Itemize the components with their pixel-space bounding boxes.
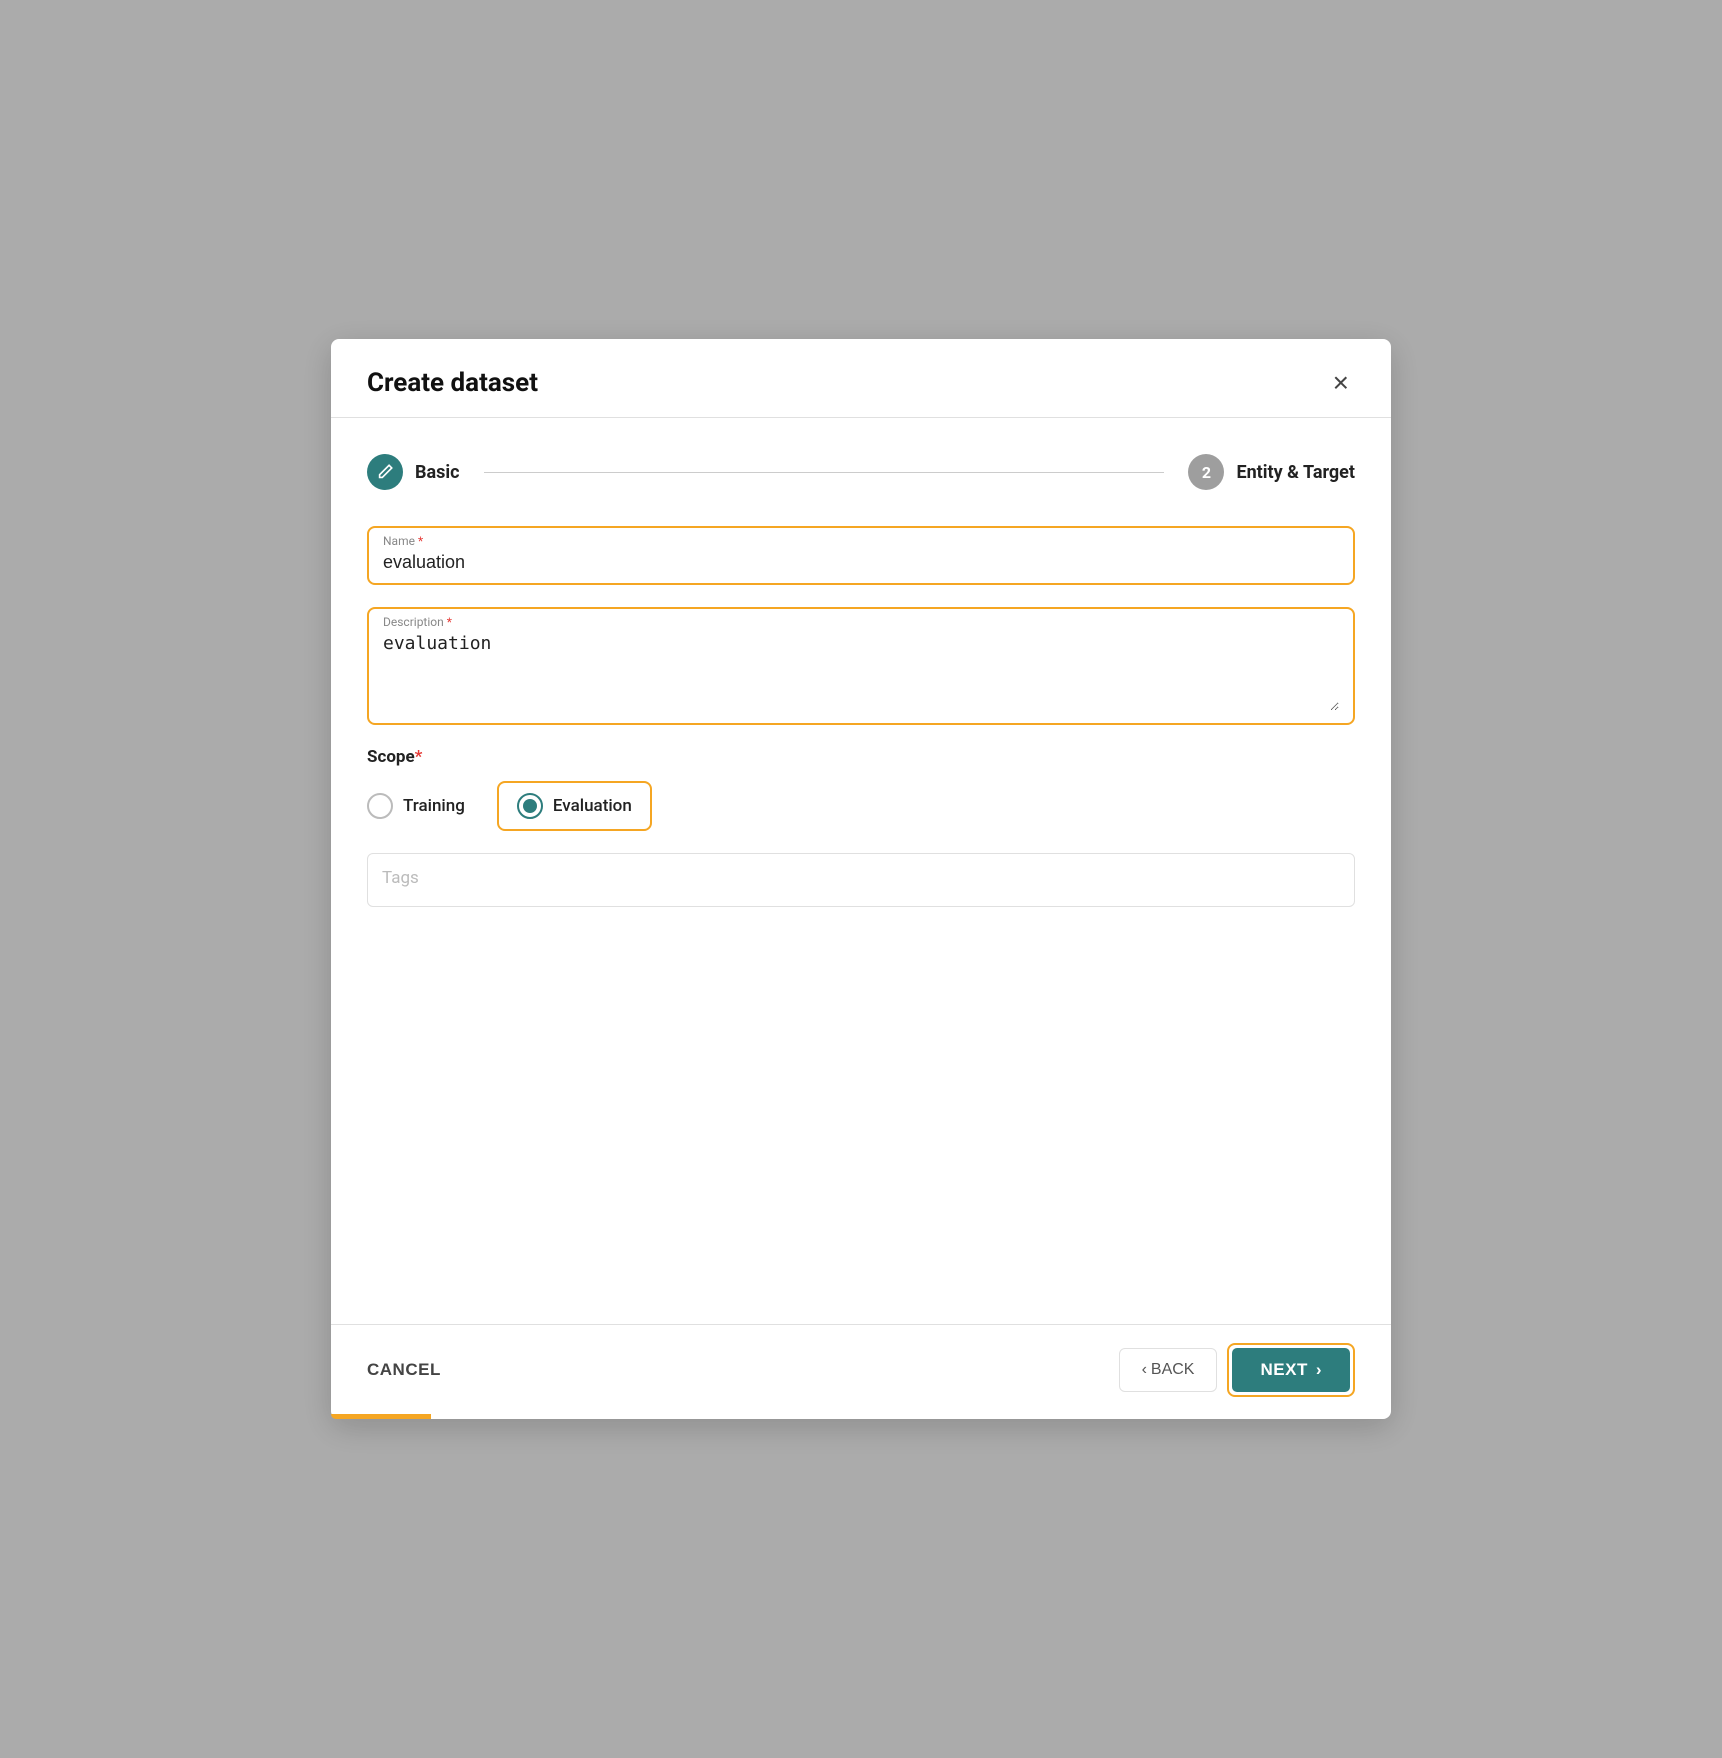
step-basic-circle <box>367 454 403 490</box>
name-field-group: Name * <box>367 526 1355 585</box>
step-entity-target: 2 Entity & Target <box>1188 454 1355 490</box>
scope-training-label: Training <box>403 796 465 816</box>
cancel-button[interactable]: CANCEL <box>367 1360 441 1380</box>
radio-evaluation-dot <box>523 799 537 813</box>
back-chevron-icon: ‹ <box>1142 1361 1147 1379</box>
step-entity-label: Entity & Target <box>1236 462 1355 483</box>
step-entity-circle: 2 <box>1188 454 1224 490</box>
description-field-wrapper: Description * <box>367 607 1355 725</box>
scope-section: Scope* Training <box>367 747 1355 831</box>
name-field-wrapper: Name * <box>367 526 1355 585</box>
name-input[interactable] <box>383 550 1339 575</box>
modal-footer: CANCEL ‹ BACK NEXT › <box>331 1324 1391 1419</box>
description-input[interactable] <box>383 631 1339 711</box>
create-dataset-modal: Create dataset × Basic 2 Entity & <box>331 339 1391 1419</box>
description-field-group: Description * <box>367 607 1355 725</box>
tags-group: Tags <box>367 853 1355 907</box>
step-divider <box>484 472 1165 473</box>
step-basic: Basic <box>367 454 460 490</box>
scope-evaluation-label: Evaluation <box>553 796 632 816</box>
scope-options: Training Evaluation <box>367 781 1355 831</box>
next-button-wrapper: NEXT › <box>1227 1343 1355 1397</box>
modal-header: Create dataset × <box>331 339 1391 418</box>
next-chevron-icon: › <box>1316 1360 1322 1380</box>
nav-buttons: ‹ BACK NEXT › <box>1119 1343 1355 1397</box>
close-button[interactable]: × <box>1327 367 1355 399</box>
scope-option-evaluation[interactable]: Evaluation <box>517 793 632 819</box>
scope-option-training[interactable]: Training <box>367 793 465 819</box>
modal-title: Create dataset <box>367 368 538 398</box>
tags-placeholder: Tags <box>382 868 419 888</box>
modal-body: Basic 2 Entity & Target Name * <box>331 418 1391 1324</box>
tags-wrapper[interactable]: Tags <box>367 853 1355 907</box>
description-label: Description * <box>383 615 1339 629</box>
name-label: Name * <box>383 534 1339 548</box>
steps-row: Basic 2 Entity & Target <box>367 454 1355 490</box>
footer-orange-bar <box>331 1414 431 1419</box>
back-label: BACK <box>1151 1361 1195 1379</box>
radio-training[interactable] <box>367 793 393 819</box>
next-button[interactable]: NEXT › <box>1232 1348 1350 1392</box>
scope-label: Scope* <box>367 747 1355 767</box>
step-basic-label: Basic <box>415 462 460 483</box>
radio-evaluation[interactable] <box>517 793 543 819</box>
modal-backdrop: Create dataset × Basic 2 Entity & <box>0 0 1722 1758</box>
scope-evaluation-wrapper: Evaluation <box>497 781 652 831</box>
next-label: NEXT <box>1260 1360 1307 1380</box>
back-button[interactable]: ‹ BACK <box>1119 1348 1218 1392</box>
